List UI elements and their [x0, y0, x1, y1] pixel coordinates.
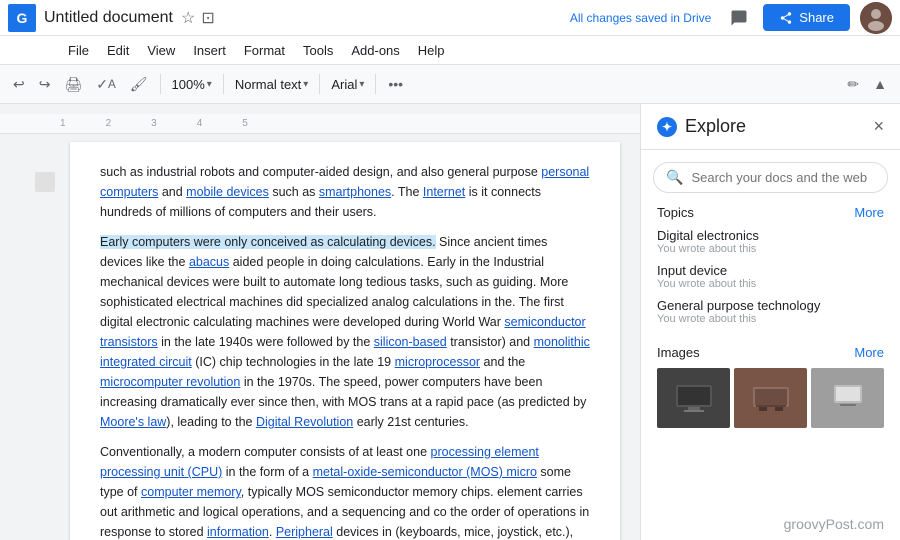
paragraph-2: Early computers were only conceived as c…: [100, 232, 590, 432]
left-margin: [20, 142, 70, 540]
image-thumb-2[interactable]: [734, 368, 807, 428]
redo-button[interactable]: ↪: [34, 72, 56, 97]
style-chevron: ▾: [303, 79, 308, 90]
link-cpu[interactable]: processing unit (CPU): [100, 465, 222, 479]
topics-more[interactable]: More: [854, 205, 884, 220]
topic-name-2: Input device: [657, 263, 884, 278]
link-smartphones[interactable]: smartphones: [319, 185, 391, 199]
toolbar: ↩ ↪ 🖨 ✓A 🖌 100% ▾ Normal text ▾ Arial ▾ …: [0, 64, 900, 104]
toolbar-sep-3: [319, 74, 320, 94]
images-section: Images More: [641, 345, 900, 428]
image-thumb-3[interactable]: [811, 368, 884, 428]
topics-header: Topics More: [657, 205, 884, 220]
print-button[interactable]: 🖨: [59, 72, 87, 97]
search-input[interactable]: [691, 170, 875, 185]
document-area[interactable]: 1 2 3 4 5 such as industrial robots and …: [0, 104, 640, 540]
paragraph-1: such as industrial robots and computer-a…: [100, 162, 590, 222]
ruler: 1 2 3 4 5: [0, 114, 640, 134]
topic-sub-1: You wrote about this: [657, 243, 884, 255]
image-grid: [657, 368, 884, 428]
images-more[interactable]: More: [854, 345, 884, 360]
folder-icon[interactable]: ⊡: [201, 8, 214, 28]
star-icon[interactable]: ☆: [181, 8, 195, 28]
sidebar-header: ✦ Explore ×: [641, 104, 900, 150]
topics-section: Topics More Digital electronics You wrot…: [641, 205, 900, 333]
link-microcomputer[interactable]: microcomputer revolution: [100, 375, 240, 389]
doc-title[interactable]: Untitled document: [44, 9, 173, 27]
more-toolbar[interactable]: •••: [383, 72, 408, 96]
spellcheck-button[interactable]: ✓A: [91, 72, 121, 97]
link-digital-revolution[interactable]: Digital Revolution: [256, 415, 353, 429]
link-monolithic[interactable]: monolithic integrated circuit: [100, 335, 590, 369]
topic-item-2[interactable]: Input device You wrote about this: [657, 263, 884, 290]
topic-item-1[interactable]: Digital electronics You wrote about this: [657, 228, 884, 255]
style-select[interactable]: Normal text ▾: [231, 74, 313, 95]
link-peripheral[interactable]: Peripheral: [276, 525, 333, 539]
topic-name-3: General purpose technology: [657, 298, 884, 313]
link-information[interactable]: information: [207, 525, 269, 539]
link-mos[interactable]: metal-oxide-semiconductor (MOS) micro: [313, 465, 537, 479]
toolbar-sep-1: [160, 74, 161, 94]
sidebar-title: Explore: [685, 116, 873, 137]
font-chevron: ▾: [359, 79, 364, 90]
collapse-toolbar[interactable]: ▲: [868, 72, 892, 96]
menu-file[interactable]: File: [60, 40, 97, 61]
menu-insert[interactable]: Insert: [185, 40, 234, 61]
topic-sub-3: You wrote about this: [657, 313, 884, 325]
highlight-text: Early computers were only conceived as c…: [100, 235, 436, 249]
main-area: 1 2 3 4 5 such as industrial robots and …: [0, 104, 900, 540]
topics-label: Topics: [657, 205, 694, 220]
user-avatar[interactable]: [860, 2, 892, 34]
margin-icon: [35, 172, 55, 192]
search-icon: 🔍: [666, 169, 683, 186]
image-thumb-1[interactable]: [657, 368, 730, 428]
menu-tools[interactable]: Tools: [295, 40, 341, 61]
document-page[interactable]: such as industrial robots and computer-a…: [70, 142, 620, 540]
edit-pencil[interactable]: ✏: [842, 72, 864, 97]
font-select[interactable]: Arial ▾: [327, 74, 368, 95]
chat-icon-button[interactable]: [723, 2, 755, 34]
autosave-text: All changes saved in Drive: [570, 11, 711, 25]
link-silicon-based[interactable]: silicon-based: [374, 335, 447, 349]
toolbar-sep-2: [223, 74, 224, 94]
link-mobile-devices[interactable]: mobile devices: [186, 185, 269, 199]
topic-sub-2: You wrote about this: [657, 278, 884, 290]
images-label: Images: [657, 345, 700, 360]
zoom-chevron: ▾: [207, 79, 212, 90]
topic-item-3[interactable]: General purpose technology You wrote abo…: [657, 298, 884, 325]
undo-button[interactable]: ↩: [8, 72, 30, 97]
link-abacus[interactable]: abacus: [189, 255, 229, 269]
title-bar: G Untitled document ☆ ⊡ All changes save…: [0, 0, 900, 36]
link-internet[interactable]: Internet: [423, 185, 465, 199]
link-microprocessor[interactable]: microprocessor: [395, 355, 480, 369]
menu-help[interactable]: Help: [410, 40, 453, 61]
link-processing[interactable]: processing element: [431, 445, 539, 459]
link-semiconductor-transistors[interactable]: semiconductor transistors: [100, 315, 586, 349]
menu-edit[interactable]: Edit: [99, 40, 137, 61]
menu-format[interactable]: Format: [236, 40, 293, 61]
explore-sidebar: ✦ Explore × 🔍 Topics More Digital electr…: [640, 104, 900, 540]
toolbar-sep-4: [375, 74, 376, 94]
sidebar-close-button[interactable]: ×: [873, 116, 884, 137]
zoom-select[interactable]: 100% ▾: [168, 74, 216, 95]
topic-name-1: Digital electronics: [657, 228, 884, 243]
docs-logo: G: [8, 4, 36, 32]
menu-bar: File Edit View Insert Format Tools Add-o…: [0, 36, 900, 64]
explore-icon: ✦: [657, 117, 677, 137]
link-moores-law[interactable]: Moore's law: [100, 415, 166, 429]
link-computer-memory[interactable]: computer memory: [141, 485, 241, 499]
share-button[interactable]: Share: [763, 4, 850, 31]
search-box[interactable]: 🔍: [653, 162, 888, 193]
paintformat-button[interactable]: 🖌: [125, 72, 153, 97]
menu-addons[interactable]: Add-ons: [343, 40, 407, 61]
paragraph-3: Conventionally, a modern computer consis…: [100, 442, 590, 540]
menu-view[interactable]: View: [139, 40, 183, 61]
images-header: Images More: [657, 345, 884, 360]
watermark-text: groovyPost.com: [641, 508, 900, 540]
